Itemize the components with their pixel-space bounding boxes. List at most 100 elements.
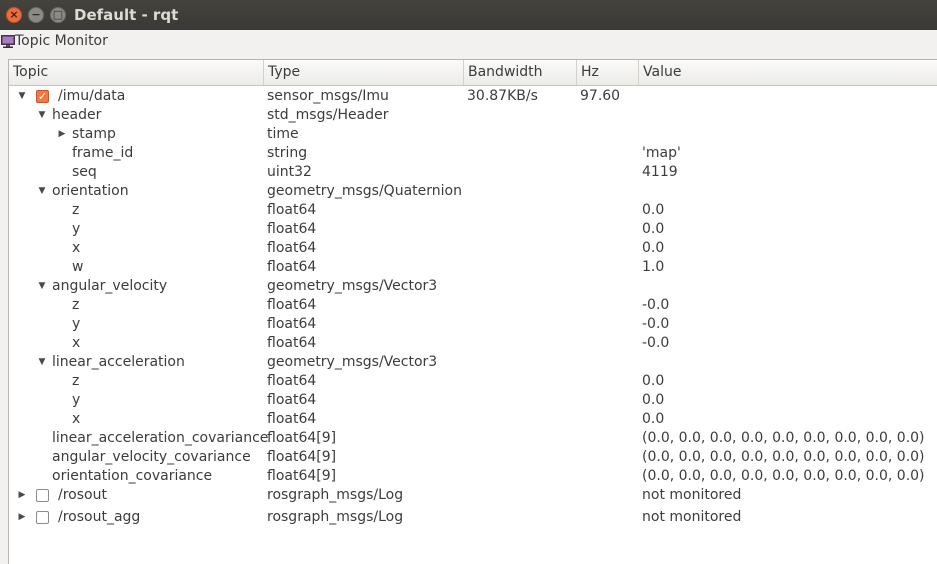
topic-name: linear_acceleration_covariance xyxy=(52,430,269,446)
tree-row[interactable]: y float64 0.0 xyxy=(9,220,937,239)
expand-arrow-icon[interactable]: ▼ xyxy=(37,353,47,372)
window-maximize-button[interactable]: □ xyxy=(50,7,66,23)
topic-checkbox[interactable] xyxy=(36,511,49,524)
type-cell: float64 xyxy=(267,202,317,218)
plugin-title: Topic Monitor xyxy=(15,33,108,49)
topic-name: angular_velocity xyxy=(52,278,168,294)
type-cell: sensor_msgs/Imu xyxy=(267,88,389,104)
topic-name: stamp xyxy=(72,126,116,142)
type-cell: float64 xyxy=(267,240,317,256)
tree-row[interactable]: x float64 -0.0 xyxy=(9,334,937,353)
tree-row[interactable]: ▼ orientation geometry_msgs/Quaternion xyxy=(9,182,937,201)
value-cell: -0.0 xyxy=(642,335,670,351)
tree-row[interactable]: w float64 1.0 xyxy=(9,258,937,277)
topic-name: /imu/data xyxy=(58,88,126,104)
window-title: Default - rqt xyxy=(74,6,179,24)
type-cell: string xyxy=(267,145,308,161)
tree-row[interactable]: x float64 0.0 xyxy=(9,410,937,429)
value-cell: 4119 xyxy=(642,164,678,180)
column-header-hz[interactable]: Hz xyxy=(577,60,639,85)
expand-arrow-icon[interactable]: ▼ xyxy=(37,182,47,201)
type-cell: float64[9] xyxy=(267,430,337,446)
tree-row[interactable]: ▶ stamp time xyxy=(9,125,937,144)
topic-checkbox[interactable] xyxy=(36,489,49,502)
expand-arrow-icon[interactable]: ▼ xyxy=(17,87,27,106)
topic-name: header xyxy=(52,107,102,123)
value-cell: (0.0, 0.0, 0.0, 0.0, 0.0, 0.0, 0.0, 0.0,… xyxy=(642,468,925,484)
tree-row[interactable]: frame_id string 'map' xyxy=(9,144,937,163)
topic-name: z xyxy=(72,373,80,389)
window-minimize-button[interactable]: − xyxy=(28,7,44,23)
value-cell: 0.0 xyxy=(642,411,665,427)
tree-row[interactable]: ▶ /rosout_agg rosgraph_msgs/Log not monitor… xyxy=(9,508,937,527)
topic-name: orientation_covariance xyxy=(52,468,213,484)
type-cell: geometry_msgs/Quaternion xyxy=(267,183,462,199)
value-cell: 0.0 xyxy=(642,202,665,218)
tree-row[interactable]: x float64 0.0 xyxy=(9,239,937,258)
hz-cell: 97.60 xyxy=(580,88,621,104)
topic-checkbox[interactable]: ✓ xyxy=(36,90,49,103)
topic-name: /rosout xyxy=(58,487,107,503)
tree-header: Topic Type Bandwidth Hz Value xyxy=(9,60,937,86)
window-close-button[interactable]: × xyxy=(6,7,22,23)
column-header-topic[interactable]: Topic xyxy=(9,60,264,85)
type-cell: float64 xyxy=(267,316,317,332)
type-cell: float64 xyxy=(267,259,317,275)
value-cell: 0.0 xyxy=(642,373,665,389)
type-cell: float64 xyxy=(267,373,317,389)
value-cell: (0.0, 0.0, 0.0, 0.0, 0.0, 0.0, 0.0, 0.0,… xyxy=(642,449,925,465)
tree-row[interactable]: linear_acceleration_covariance float64[9]… xyxy=(9,429,937,448)
topic-tree[interactable]: Topic Type Bandwidth Hz Value ▼ ✓ /imu/dat… xyxy=(8,59,937,564)
type-cell: geometry_msgs/Vector3 xyxy=(267,278,438,294)
value-cell: -0.0 xyxy=(642,297,670,313)
tree-row[interactable]: angular_velocity_covariance float64[9] (0.… xyxy=(9,448,937,467)
topic-name: /rosout_agg xyxy=(58,509,141,525)
tree-row[interactable]: ▶ /rosout rosgraph_msgs/Log not monitored xyxy=(9,486,937,505)
column-header-type[interactable]: Type xyxy=(264,60,464,85)
tree-row[interactable]: z float64 0.0 xyxy=(9,201,937,220)
topic-name: orientation xyxy=(52,183,129,199)
tree-row[interactable]: seq uint32 4119 xyxy=(9,163,937,182)
value-cell: not monitored xyxy=(642,487,742,503)
collapse-arrow-icon[interactable]: ▶ xyxy=(17,508,27,527)
type-cell: std_msgs/Header xyxy=(267,107,389,123)
value-cell: 0.0 xyxy=(642,240,665,256)
tree-row[interactable]: y float64 0.0 xyxy=(9,391,937,410)
type-cell: float64 xyxy=(267,392,317,408)
expand-arrow-icon[interactable]: ▼ xyxy=(37,277,47,296)
type-cell: rosgraph_msgs/Log xyxy=(267,487,404,503)
tree-row[interactable]: ▼ header std_msgs/Header xyxy=(9,106,937,125)
topic-name: linear_acceleration xyxy=(52,354,185,370)
value-cell: not monitored xyxy=(642,509,742,525)
topic-name: w xyxy=(72,259,84,275)
type-cell: float64 xyxy=(267,221,317,237)
column-header-bandwidth[interactable]: Bandwidth xyxy=(464,60,577,85)
topic-name: angular_velocity_covariance xyxy=(52,449,251,465)
tree-row[interactable]: ▼ linear_acceleration geometry_msgs/Vector… xyxy=(9,353,937,372)
value-cell: (0.0, 0.0, 0.0, 0.0, 0.0, 0.0, 0.0, 0.0,… xyxy=(642,430,925,446)
plugin-titlebar: Topic Monitor xyxy=(0,30,937,54)
tree-row[interactable]: ▼ angular_velocity geometry_msgs/Vector3 xyxy=(9,277,937,296)
tree-row[interactable]: ▼ ✓ /imu/data sensor_msgs/Imu 30.87KB/s 97.60 xyxy=(9,87,937,106)
topic-name: y xyxy=(72,392,81,408)
column-header-value[interactable]: Value xyxy=(639,60,937,85)
tree-row[interactable]: y float64 -0.0 xyxy=(9,315,937,334)
collapse-arrow-icon[interactable]: ▶ xyxy=(17,486,27,505)
type-cell: float64[9] xyxy=(267,468,337,484)
type-cell: uint32 xyxy=(267,164,312,180)
topic-name: x xyxy=(72,411,81,427)
topic-name: frame_id xyxy=(72,145,134,161)
tree-row[interactable]: z float64 0.0 xyxy=(9,372,937,391)
value-cell: -0.0 xyxy=(642,316,670,332)
type-cell: float64 xyxy=(267,335,317,351)
type-cell: time xyxy=(267,126,299,142)
expand-arrow-icon[interactable]: ▼ xyxy=(37,106,47,125)
value-cell: 0.0 xyxy=(642,392,665,408)
value-cell: 'map' xyxy=(642,145,681,161)
topic-name: y xyxy=(72,221,81,237)
topic-name: z xyxy=(72,202,80,218)
bandwidth-cell: 30.87KB/s xyxy=(467,88,538,104)
tree-row[interactable]: orientation_covariance float64[9] (0.0, 0.… xyxy=(9,467,937,486)
tree-row[interactable]: z float64 -0.0 xyxy=(9,296,937,315)
collapse-arrow-icon[interactable]: ▶ xyxy=(57,125,67,144)
